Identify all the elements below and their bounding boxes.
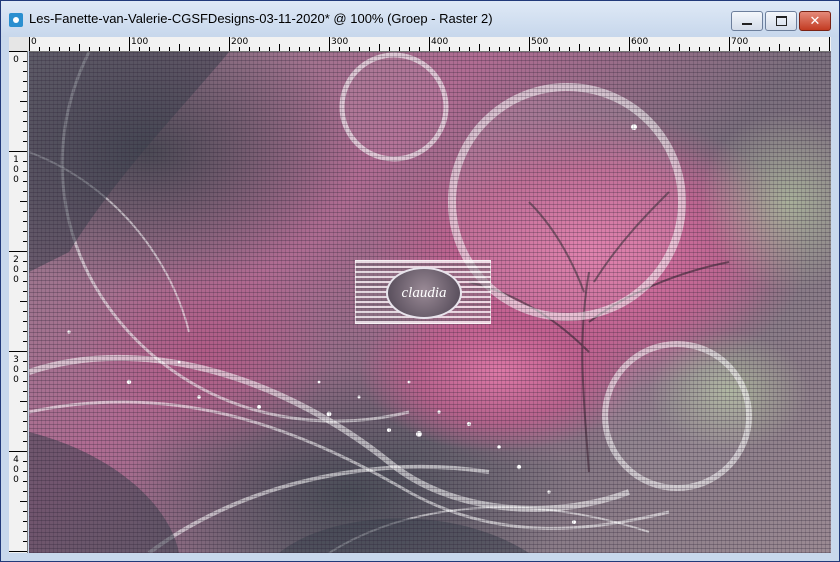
- ruler-label: 200: [231, 37, 249, 47]
- vertical-ruler[interactable]: 0 100 200 300 400: [9, 51, 28, 553]
- ruler-ticks: [29, 37, 830, 51]
- close-icon: ✕: [809, 13, 821, 29]
- ruler-label: 300: [331, 37, 349, 47]
- ruler-label: 700: [731, 37, 749, 47]
- title-bar[interactable]: Les-Fanette-van-Valerie-CGSFDesigns-03-1…: [1, 1, 839, 37]
- ruler-label: 300: [13, 355, 19, 385]
- ruler-corner: [9, 37, 29, 51]
- watermark-text: claudia: [401, 284, 447, 301]
- watermark-logo: claudia: [386, 267, 462, 319]
- close-button[interactable]: ✕: [799, 11, 831, 31]
- ruler-label: 100: [131, 37, 149, 47]
- minimize-button[interactable]: [731, 11, 763, 31]
- maximize-icon: [775, 16, 787, 26]
- horizontal-ruler[interactable]: 0 100 200 300 400 500 600 700: [29, 37, 831, 52]
- ruler-label: 100: [13, 155, 19, 185]
- image-canvas[interactable]: claudia: [29, 52, 831, 553]
- maximize-button[interactable]: [765, 11, 797, 31]
- ruler-label: 600: [631, 37, 649, 47]
- ruler-label: 400: [13, 455, 19, 485]
- app-icon[interactable]: [9, 13, 23, 27]
- watermark: claudia: [355, 260, 491, 324]
- image-window: Les-Fanette-van-Valerie-CGSFDesigns-03-1…: [0, 0, 840, 562]
- window-title: Les-Fanette-van-Valerie-CGSFDesigns-03-1…: [29, 11, 493, 26]
- ruler-label: 500: [531, 37, 549, 47]
- ruler-label: 400: [431, 37, 449, 47]
- ruler-label: 200: [13, 255, 19, 285]
- minimize-icon: [742, 23, 752, 25]
- ruler-label: 0: [13, 55, 19, 65]
- ruler-label: 0: [31, 37, 37, 47]
